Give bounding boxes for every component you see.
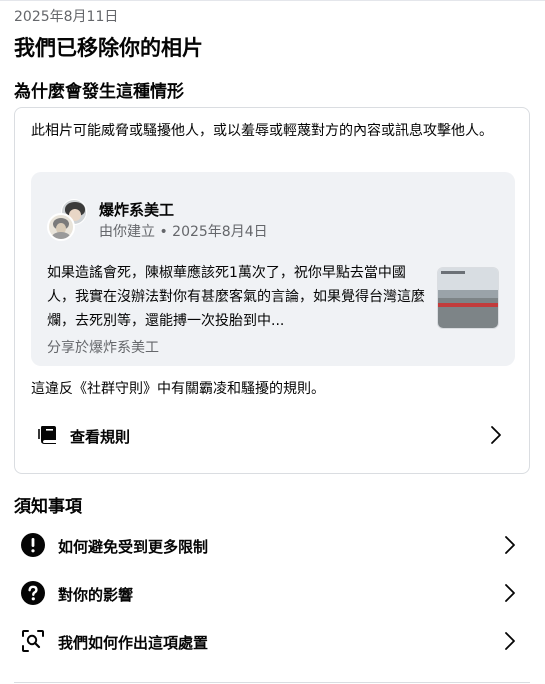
post-meta: 由你建立 • 2025年8月4日 — [99, 224, 268, 240]
question-icon — [21, 581, 45, 605]
search-review-icon — [22, 630, 44, 652]
avatar — [47, 199, 87, 241]
avatar-page-photo — [47, 213, 75, 241]
post-shared-to: 分享於爆炸系美工 — [47, 340, 159, 356]
bottom-divider — [14, 682, 530, 683]
removed-post-preview: 爆炸系美工 由你建立 • 2025年8月4日 如果造謠會死，陳椒華應該死1萬次了… — [31, 172, 515, 366]
notice-item-impact[interactable]: 對你的影響 — [14, 573, 530, 613]
page-title: 我們已移除你的相片 — [14, 36, 203, 60]
view-rules-link[interactable]: 查看規則 — [16, 413, 530, 457]
view-rules-label: 查看規則 — [70, 428, 131, 446]
exclamation-icon — [21, 533, 45, 557]
chevron-right-icon — [505, 584, 515, 602]
top-divider — [0, 0, 545, 1]
post-photo-thumbnail — [437, 267, 499, 329]
notices-heading: 須知事項 — [14, 497, 82, 517]
violation-text: 這違反《社群守則》中有關霸凌和騷擾的規則。 — [31, 381, 325, 397]
removal-date: 2025年8月11日 — [14, 9, 119, 25]
book-icon — [38, 426, 56, 444]
chevron-right-icon — [505, 536, 515, 554]
notice-item-label: 我們如何作出這項處置 — [58, 634, 209, 652]
chevron-right-icon — [505, 632, 515, 650]
notice-item-decision-process[interactable]: 我們如何作出這項處置 — [14, 621, 530, 661]
notice-item-avoid-restrictions[interactable]: 如何避免受到更多限制 — [14, 525, 530, 565]
post-text: 如果造謠會死，陳椒華應該死1萬次了，祝你早點去當中國人，我實在沒辦法對你有甚麼客… — [47, 265, 425, 329]
post-author: 爆炸系美工 — [99, 201, 175, 219]
chevron-right-icon — [491, 426, 501, 444]
card-description: 此相片可能威脅或騷擾他人，或以羞辱或輕蔑對方的內容或訊息攻擊他人。 — [31, 123, 493, 139]
why-heading: 為什麼會發生這種情形 — [14, 82, 184, 102]
explanation-card: 此相片可能威脅或騷擾他人，或以羞辱或輕蔑對方的內容或訊息攻擊他人。 爆炸系美工 … — [14, 107, 530, 474]
notice-item-label: 如何避免受到更多限制 — [58, 538, 209, 556]
notice-item-label: 對你的影響 — [58, 586, 134, 604]
